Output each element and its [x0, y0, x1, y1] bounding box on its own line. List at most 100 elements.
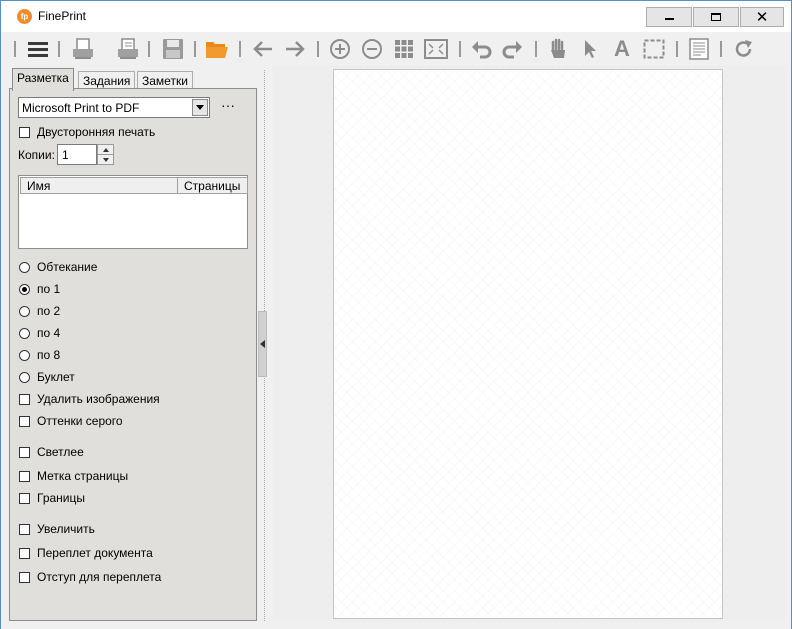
- minimize-icon: [664, 18, 674, 20]
- tab-strip: Разметка Задания Заметки: [12, 68, 257, 91]
- select-area-button[interactable]: [642, 38, 666, 60]
- text-tool-icon: A: [614, 36, 630, 61]
- menu-button[interactable]: [26, 38, 50, 60]
- checkbox-label: Светлее: [37, 445, 84, 459]
- jobs-list[interactable]: Имя Страницы: [18, 175, 248, 249]
- fit-page-button[interactable]: [424, 38, 448, 60]
- checkbox-label: Удалить изображения: [37, 392, 160, 406]
- preview-area[interactable]: [273, 66, 785, 621]
- radio-label: Обтекание: [37, 260, 98, 274]
- radio-button[interactable]: [19, 283, 30, 295]
- checkbox[interactable]: [19, 571, 30, 583]
- page-preview[interactable]: [333, 69, 723, 619]
- checkbox-option[interactable]: Переплет документа: [19, 545, 153, 561]
- print-save-icon: [118, 38, 138, 59]
- title-bar[interactable]: fp FinePrint ✕: [1, 1, 791, 32]
- radio-label: по 1: [37, 282, 61, 296]
- radio-button[interactable]: [19, 349, 30, 361]
- back-arrow-icon: [253, 41, 272, 57]
- column-header-name[interactable]: Имя: [20, 177, 178, 194]
- undo-button[interactable]: [470, 38, 494, 60]
- grid-view-button[interactable]: [392, 38, 416, 60]
- radio-option[interactable]: по 2: [19, 303, 60, 319]
- zoom-out-icon: [362, 39, 382, 59]
- menu-icon: [28, 42, 48, 57]
- app-icon: fp: [17, 9, 32, 24]
- checkbox-label: Метка страницы: [37, 469, 129, 483]
- redo-button[interactable]: [500, 38, 524, 60]
- pointer-tool-button[interactable]: [578, 38, 602, 60]
- close-button[interactable]: ✕: [740, 7, 784, 27]
- toolbar-separator: [720, 41, 722, 57]
- panel-splitter[interactable]: [258, 66, 270, 621]
- zoom-in-button[interactable]: [328, 38, 352, 60]
- checkbox[interactable]: [19, 547, 30, 559]
- open-button[interactable]: [205, 38, 229, 60]
- page-icon: [689, 38, 709, 60]
- radio-button[interactable]: [19, 261, 30, 273]
- radio-label: по 2: [37, 304, 61, 318]
- printer-dropdown-button[interactable]: [192, 99, 208, 116]
- print-button[interactable]: [71, 38, 95, 60]
- back-button[interactable]: [251, 38, 275, 60]
- text-tool-button[interactable]: A: [610, 38, 634, 60]
- radio-button[interactable]: [19, 305, 30, 317]
- zoom-in-icon: [330, 39, 350, 59]
- toolbar-separator: [459, 41, 461, 57]
- checkbox[interactable]: [19, 446, 30, 458]
- column-header-pages[interactable]: Страницы: [177, 177, 248, 194]
- checkbox-option[interactable]: Отступ для переплета: [19, 569, 161, 585]
- checkbox-option[interactable]: Границы: [19, 490, 85, 506]
- forward-arrow-icon: [286, 41, 305, 57]
- duplex-checkbox[interactable]: [19, 126, 30, 138]
- radio-button[interactable]: [19, 371, 30, 383]
- hand-tool-button[interactable]: [546, 38, 570, 60]
- radio-option[interactable]: Буклет: [19, 369, 75, 385]
- printer-select-value: Microsoft Print to PDF: [22, 101, 140, 115]
- tab-layout[interactable]: Разметка: [12, 68, 74, 91]
- refresh-icon: [735, 40, 752, 57]
- zoom-out-button[interactable]: [360, 38, 384, 60]
- checkbox-option[interactable]: Увеличить: [19, 521, 95, 537]
- redo-icon: [502, 41, 522, 59]
- maximize-button[interactable]: [693, 7, 739, 27]
- save-icon: [163, 39, 183, 59]
- checkbox-label: Отступ для переплета: [37, 570, 162, 584]
- checkbox[interactable]: [19, 492, 30, 504]
- fit-page-icon: [424, 39, 448, 59]
- save-button[interactable]: [161, 38, 185, 60]
- checkbox-option[interactable]: Оттенки серого: [19, 413, 123, 429]
- printer-select[interactable]: Microsoft Print to PDF: [18, 97, 210, 118]
- checkbox-label: Оттенки серого: [37, 414, 123, 428]
- radio-option[interactable]: Обтекание: [19, 259, 97, 275]
- checkbox-option[interactable]: Метка страницы: [19, 468, 128, 484]
- duplex-option[interactable]: Двусторонняя печать: [19, 124, 155, 140]
- checkbox-label: Увеличить: [37, 522, 95, 536]
- collapse-panel-button[interactable]: [258, 311, 267, 377]
- checkbox[interactable]: [19, 523, 30, 535]
- radio-option[interactable]: по 1: [19, 281, 60, 297]
- radio-option[interactable]: по 8: [19, 347, 60, 363]
- copies-decrement-button[interactable]: [97, 154, 114, 165]
- pointer-tool-icon: [585, 40, 596, 58]
- forward-button[interactable]: [283, 38, 307, 60]
- toolbar-separator: [535, 41, 537, 57]
- checkbox[interactable]: [19, 393, 30, 405]
- radio-option[interactable]: по 4: [19, 325, 60, 341]
- printer-properties-button[interactable]: ···: [218, 97, 238, 118]
- page-button[interactable]: [687, 38, 711, 60]
- checkbox[interactable]: [19, 415, 30, 427]
- print-save-button[interactable]: [116, 38, 140, 60]
- toolbar: A: [1, 32, 791, 66]
- minimize-button[interactable]: [646, 7, 692, 27]
- checkbox-option[interactable]: Светлее: [19, 444, 84, 460]
- refresh-button[interactable]: [732, 38, 756, 60]
- checkbox-option[interactable]: Удалить изображения: [19, 391, 160, 407]
- copies-input[interactable]: 1: [57, 144, 97, 165]
- open-folder-icon: [206, 42, 228, 58]
- radio-button[interactable]: [19, 327, 30, 339]
- toolbar-separator: [194, 41, 196, 57]
- toolbar-separator: [58, 41, 60, 57]
- checkbox[interactable]: [19, 470, 30, 482]
- window-title: FinePrint: [38, 9, 87, 23]
